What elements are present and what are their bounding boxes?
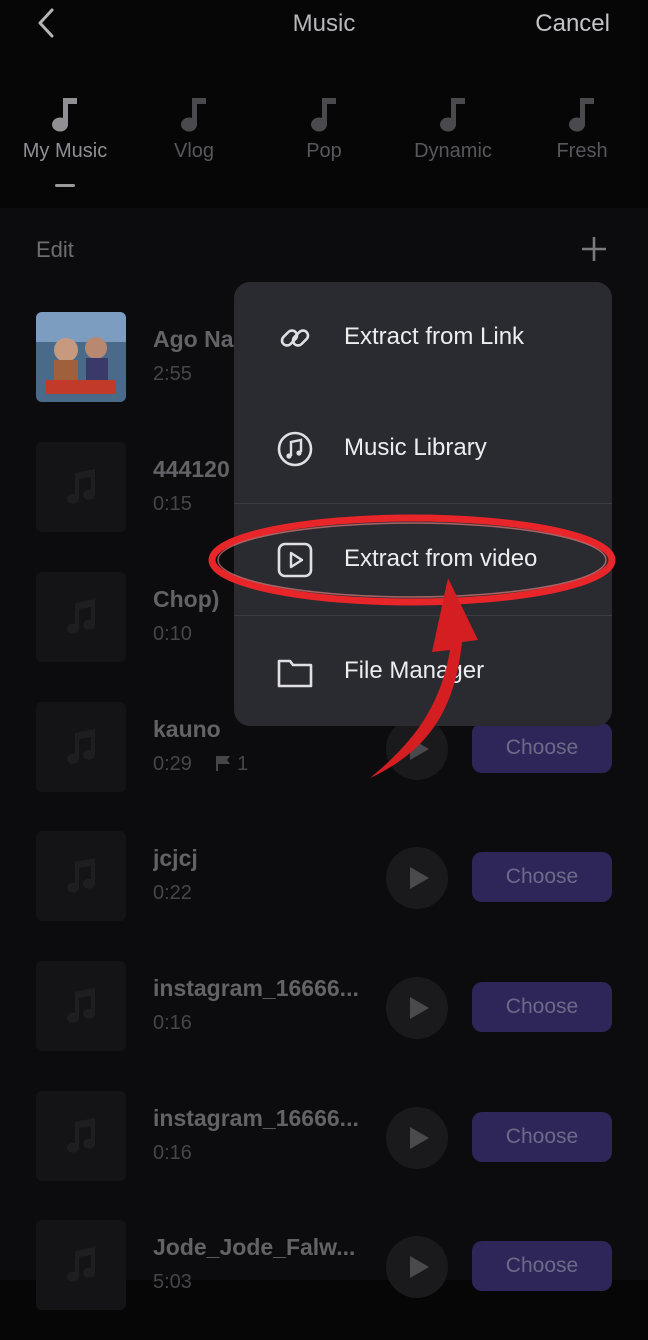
music-note-icon	[181, 98, 206, 132]
album-art-placeholder	[36, 1220, 126, 1310]
choose-button[interactable]: Choose	[472, 852, 612, 902]
flag-icon	[215, 756, 230, 771]
track-duration: 5:03	[153, 1271, 192, 1293]
list-item[interactable]: instagram_16666... 0:16 Choose	[0, 961, 648, 1081]
active-tab-indicator	[55, 184, 75, 187]
track-meta: 0:29 1	[153, 753, 248, 776]
tab-pop[interactable]: Pop	[259, 88, 389, 163]
music-note-icon	[440, 98, 465, 132]
track-duration: 0:10	[153, 623, 192, 645]
track-duration: 0:29	[153, 753, 192, 775]
play-button[interactable]	[386, 847, 448, 909]
top-bar: Music Cancel	[0, 0, 648, 50]
tab-label: Fresh	[556, 140, 608, 162]
track-duration: 0:15	[153, 493, 192, 515]
menu-item-label: Music Library	[344, 434, 487, 461]
play-button[interactable]	[386, 1107, 448, 1169]
music-note-icon	[311, 98, 336, 132]
add-music-menu: Extract from Link Music Library Extract …	[234, 282, 612, 726]
menu-item-label: Extract from Link	[344, 323, 525, 350]
play-icon	[410, 1256, 429, 1278]
tab-vlog[interactable]: Vlog	[129, 88, 259, 163]
list-item[interactable]: jcjcj 0:22 Choose	[0, 831, 648, 951]
play-icon	[410, 738, 429, 760]
tab-label: Dynamic	[414, 140, 492, 162]
list-item[interactable]: Jode_Jode_Falw... 5:03 Choose	[0, 1220, 648, 1340]
play-button[interactable]	[386, 1236, 448, 1298]
track-title: instagram_16666...	[153, 975, 359, 1001]
tab-my-music[interactable]: My Music	[0, 88, 130, 187]
category-tabs: My Music Vlog Pop Dynamic Fresh	[0, 88, 648, 208]
play-icon	[410, 997, 429, 1019]
menu-item-file-manager[interactable]: File Manager	[234, 616, 612, 727]
track-duration: 0:16	[153, 1012, 192, 1034]
plus-icon	[582, 237, 606, 261]
edit-button[interactable]: Edit	[36, 237, 74, 263]
link-icon	[280, 329, 310, 347]
menu-item-extract-from-link[interactable]: Extract from Link	[234, 282, 612, 393]
track-title: instagram_16666...	[153, 1105, 359, 1131]
play-button[interactable]	[386, 718, 448, 780]
tab-label: Vlog	[173, 140, 215, 162]
music-note-icon	[67, 1118, 95, 1153]
music-note-icon	[569, 98, 594, 132]
tab-dynamic[interactable]: Dynamic	[388, 88, 518, 163]
play-icon	[410, 867, 429, 889]
music-note-icon	[67, 599, 95, 634]
tab-label: My Music	[22, 140, 108, 162]
album-art-placeholder	[36, 442, 126, 532]
track-duration: 0:22	[153, 882, 192, 904]
choose-button[interactable]: Choose	[472, 723, 612, 773]
track-title: jcjcj	[153, 845, 198, 871]
choose-button[interactable]: Choose	[472, 1241, 612, 1291]
choose-button[interactable]: Choose	[472, 982, 612, 1032]
menu-item-music-library[interactable]: Music Library	[234, 393, 612, 504]
album-art-placeholder	[36, 572, 126, 662]
folder-icon	[277, 659, 313, 688]
music-note-icon	[52, 98, 77, 132]
track-duration: 2:55	[153, 363, 192, 385]
menu-item-label: File Manager	[344, 657, 485, 684]
album-art-placeholder	[36, 831, 126, 921]
music-note-icon	[67, 988, 95, 1023]
album-art-image	[36, 312, 126, 402]
video-play-icon	[277, 542, 313, 578]
marker-count: 1	[237, 753, 249, 775]
menu-item-extract-from-video[interactable]: Extract from video	[234, 504, 612, 615]
play-icon	[410, 1127, 429, 1149]
music-note-icon	[67, 858, 95, 893]
list-item[interactable]: instagram_16666... 0:16 Choose	[0, 1091, 648, 1211]
cancel-button[interactable]: Cancel	[535, 10, 610, 38]
tab-fresh[interactable]: Fresh	[517, 88, 647, 163]
track-duration: 0:16	[153, 1142, 192, 1164]
album-art-placeholder	[36, 1091, 126, 1181]
music-note-icon	[67, 1247, 95, 1282]
play-button[interactable]	[386, 977, 448, 1039]
album-art-thumbnail	[36, 312, 126, 402]
track-title: Jode_Jode_Falw...	[153, 1234, 356, 1260]
add-music-button[interactable]	[578, 233, 610, 265]
music-note-circle-icon	[277, 431, 313, 467]
menu-item-label: Extract from video	[344, 545, 538, 572]
album-art-placeholder	[36, 702, 126, 792]
choose-button[interactable]: Choose	[472, 1112, 612, 1162]
music-note-icon	[67, 729, 95, 764]
album-art-placeholder	[36, 961, 126, 1051]
tab-label: Pop	[306, 140, 342, 162]
music-note-icon	[67, 469, 95, 504]
